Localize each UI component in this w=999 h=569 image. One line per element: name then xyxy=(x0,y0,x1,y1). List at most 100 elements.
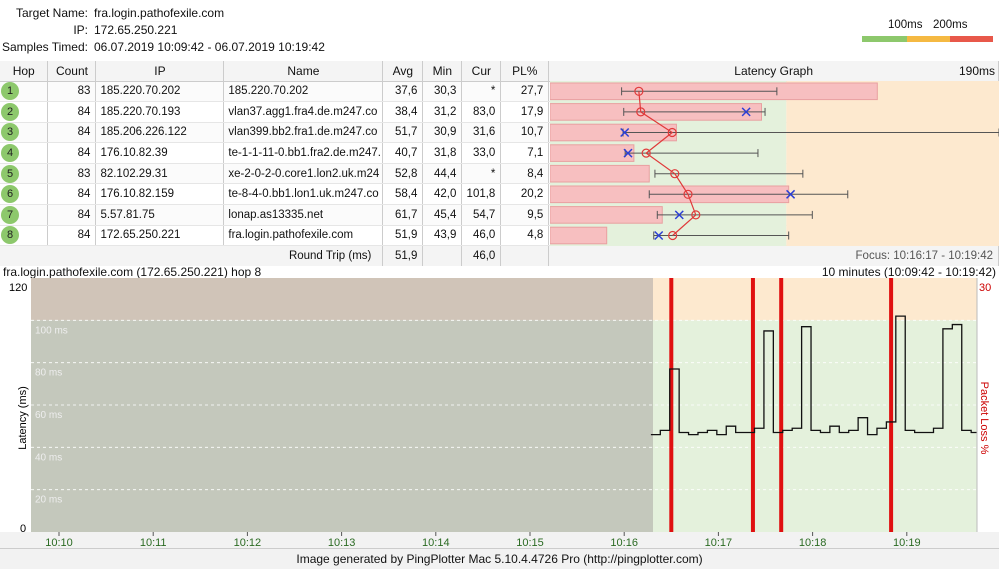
ip-cell: 172.65.250.221 xyxy=(95,225,225,247)
footer-credit: Image generated by PingPlotter Mac 5.10.… xyxy=(0,548,999,569)
history-graph[interactable]: 100 ms80 ms60 ms40 ms20 ms120030Latency … xyxy=(0,278,999,548)
col-min[interactable]: Min xyxy=(422,61,463,82)
hop-badge: 8 xyxy=(1,226,19,245)
ip-cell: 185.206.226.122 xyxy=(95,122,225,144)
name-cell: lonap.as13335.net xyxy=(223,204,384,226)
col-count[interactable]: Count xyxy=(47,61,97,82)
cur-cell: 54,7 xyxy=(461,204,502,226)
ms-label: 40 ms xyxy=(35,452,62,463)
min-cell: 30,3 xyxy=(422,81,463,103)
unfocused-good-zone xyxy=(31,320,653,532)
cur-cell: 101,8 xyxy=(461,183,502,206)
cur-cell: 83,0 xyxy=(461,101,502,123)
hop-number: 3 xyxy=(0,122,49,144)
name-cell: te-8-4-0.bb1.lon1.uk.m247.co xyxy=(223,183,384,206)
min-cell: 42,0 xyxy=(422,183,463,206)
col-latency-graph[interactable]: Latency Graph 190ms xyxy=(548,61,999,82)
packet-loss-bar xyxy=(550,226,608,245)
col-avg[interactable]: Avg xyxy=(382,61,424,82)
ip-cell: 176.10.82.159 xyxy=(95,183,225,206)
table-header: Hop Count IP Name Avg Min Cur PL% Latenc… xyxy=(0,61,999,82)
y-axis-label: Latency (ms) xyxy=(17,386,29,450)
legend-label-200ms: 200ms xyxy=(933,19,968,31)
count-cell: 84 xyxy=(47,183,97,206)
hop-badge: 5 xyxy=(1,164,19,183)
min-cell: 31,2 xyxy=(422,101,463,123)
latency-graph[interactable] xyxy=(550,81,999,246)
name-cell: fra.login.pathofexile.com xyxy=(223,225,384,247)
min-cell: 44,4 xyxy=(422,163,463,185)
name-cell: vlan37.agg1.fra4.de.m247.co xyxy=(223,101,384,123)
target-name-value: fra.login.pathofexile.com xyxy=(94,6,225,20)
col-pl[interactable]: PL% xyxy=(500,61,550,82)
packet-loss-line xyxy=(779,278,784,532)
focus-range: Focus: 10:16:17 - 10:19:42 xyxy=(548,245,999,267)
avg-cell: 52,8 xyxy=(382,163,424,185)
hop-number: 5 xyxy=(0,163,49,185)
col-ip[interactable]: IP xyxy=(95,61,225,82)
round-trip-pl xyxy=(500,245,550,267)
hop-number: 8 xyxy=(0,225,49,247)
samples-value: 06.07.2019 10:09:42 - 06.07.2019 10:19:4… xyxy=(94,40,325,54)
pl-cell: 9,5 xyxy=(500,204,550,226)
packet-loss-bar xyxy=(550,164,650,183)
good-zone xyxy=(653,320,977,532)
round-trip-label: Round Trip (ms) xyxy=(0,245,384,267)
min-cell: 43,9 xyxy=(422,225,463,247)
avg-cell: 37,6 xyxy=(382,81,424,103)
latency-graph-max: 190ms xyxy=(958,64,995,78)
pl-cell: 10,7 xyxy=(500,122,550,144)
count-cell: 84 xyxy=(47,142,97,164)
packet-loss-bar xyxy=(550,206,663,224)
time-label: 10:17 xyxy=(705,537,733,548)
pl-axis-label: Packet Loss % xyxy=(978,382,990,455)
packet-loss-line xyxy=(750,278,755,532)
pl-cell: 17,9 xyxy=(500,101,550,123)
avg-cell: 58,4 xyxy=(382,183,424,206)
time-label: 10:19 xyxy=(893,537,921,548)
y-max-label: 120 xyxy=(9,282,27,294)
hop-badge: 3 xyxy=(1,123,19,142)
min-cell: 31,8 xyxy=(422,142,463,164)
legend-label-100ms: 100ms xyxy=(888,19,923,31)
time-label: 10:18 xyxy=(799,537,827,548)
round-trip-min xyxy=(422,245,463,267)
ms-label: 80 ms xyxy=(35,368,62,379)
packet-loss-line xyxy=(889,278,894,532)
hop-number: 2 xyxy=(0,101,49,123)
count-cell: 83 xyxy=(47,81,97,103)
ip-cell: 185.220.70.202 xyxy=(95,81,225,103)
latency-graph-title: Latency Graph xyxy=(734,63,813,78)
name-cell: 185.220.70.202 xyxy=(223,81,384,103)
ms-label: 100 ms xyxy=(35,325,68,336)
time-label: 10:10 xyxy=(45,537,73,548)
hop-number: 7 xyxy=(0,204,49,226)
round-trip-avg: 51,9 xyxy=(382,245,424,267)
time-label: 10:11 xyxy=(140,537,167,548)
count-cell: 84 xyxy=(47,204,97,226)
cur-cell: 31,6 xyxy=(461,122,502,144)
hop-badge: 4 xyxy=(1,144,19,163)
cur-cell: * xyxy=(461,81,502,103)
cur-cell: 46,0 xyxy=(461,225,502,247)
name-cell: xe-2-0-2-0.core1.lon2.uk.m24 xyxy=(223,163,384,185)
hop-number: 1 xyxy=(0,81,49,103)
cur-cell: 33,0 xyxy=(461,142,502,164)
history-title: fra.login.pathofexile.com (172.65.250.22… xyxy=(3,265,262,279)
avg-cell: 40,7 xyxy=(382,142,424,164)
legend-bar-yellow xyxy=(907,36,950,42)
min-cell: 45,4 xyxy=(422,204,463,226)
count-cell: 84 xyxy=(47,101,97,123)
ip-cell: 185.220.70.193 xyxy=(95,101,225,123)
col-cur[interactable]: Cur xyxy=(461,61,502,82)
hop-badge: 1 xyxy=(1,82,19,101)
ip-cell: 5.57.81.75 xyxy=(95,204,225,226)
packet-loss-bar xyxy=(550,144,635,162)
time-label: 10:12 xyxy=(234,537,262,548)
col-hop[interactable]: Hop xyxy=(0,61,49,82)
pl-cell: 27,7 xyxy=(500,81,550,103)
time-label: 10:15 xyxy=(516,537,544,548)
ip-cell: 82.102.29.31 xyxy=(95,163,225,185)
avg-cell: 38,4 xyxy=(382,101,424,123)
col-name[interactable]: Name xyxy=(223,61,384,82)
